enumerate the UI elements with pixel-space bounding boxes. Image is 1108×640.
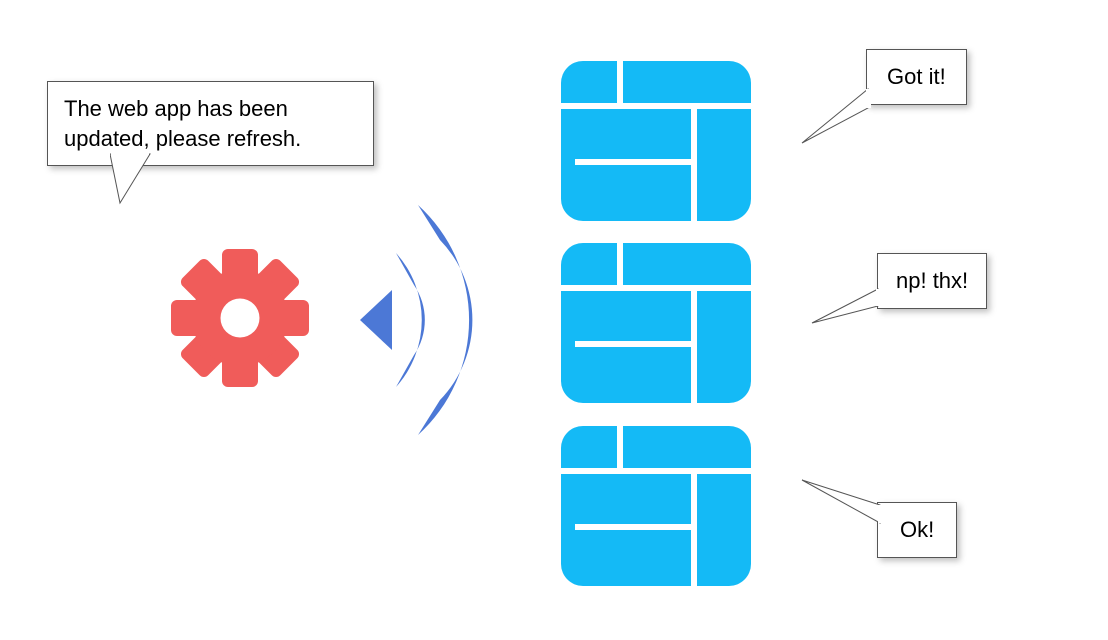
window-reply-text-1: Got it! (887, 64, 946, 89)
browser-window-icon (561, 426, 751, 586)
gear-icon (165, 243, 315, 393)
window-reply-text-3: Ok! (900, 517, 934, 542)
gear-speech-tail-icon (110, 153, 170, 213)
broadcast-icon (330, 195, 560, 445)
window-reply-tail-2-icon (810, 288, 890, 338)
gear-speech-bubble: The web app has been updated, please ref… (47, 81, 374, 166)
gear-speech-text: The web app has been updated, please ref… (64, 96, 301, 151)
window-reply-bubble-2: np! thx! (877, 253, 987, 309)
window-reply-tail-3-icon (800, 475, 890, 545)
window-reply-tail-1-icon (800, 88, 880, 158)
browser-window-icon (561, 243, 751, 403)
window-reply-text-2: np! thx! (896, 268, 968, 293)
browser-window-icon (561, 61, 751, 221)
window-reply-bubble-1: Got it! (866, 49, 967, 105)
